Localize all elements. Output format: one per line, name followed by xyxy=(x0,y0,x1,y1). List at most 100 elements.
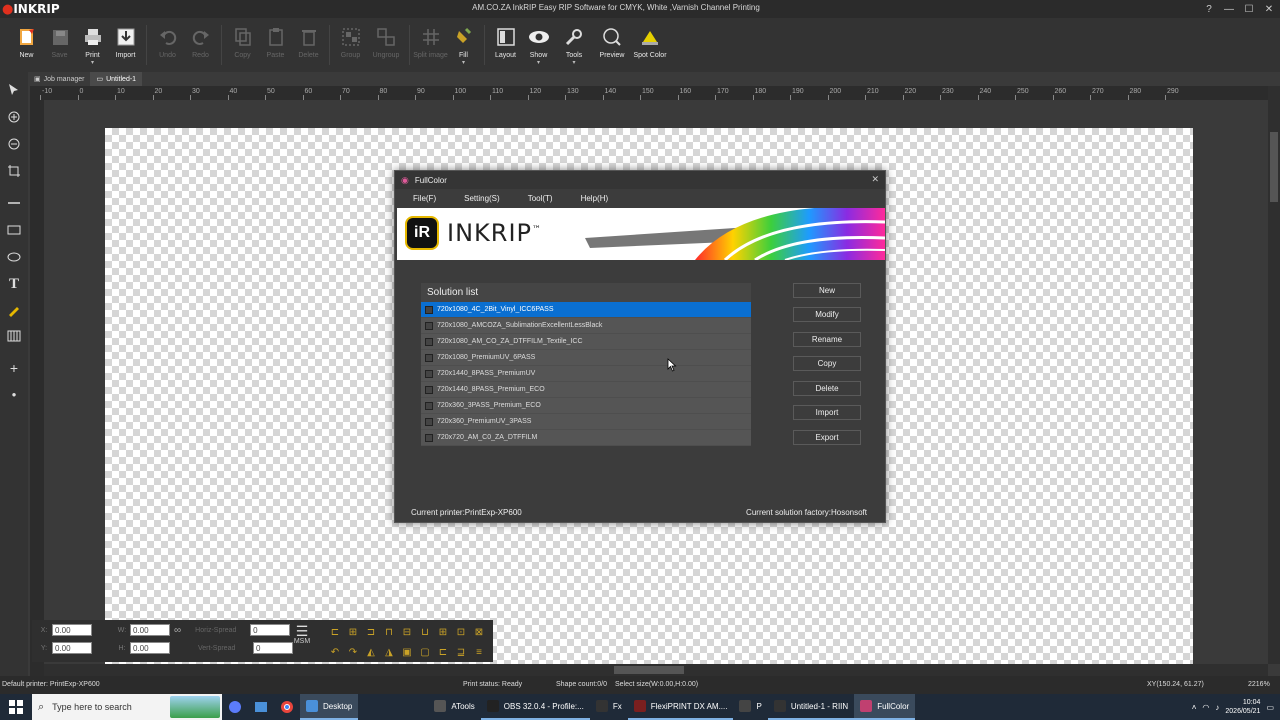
layout-button[interactable]: Layout xyxy=(489,18,522,72)
ungroup-button[interactable]: Ungroup xyxy=(367,18,405,72)
solution-checkbox[interactable] xyxy=(425,369,433,378)
barcode-tool-icon[interactable] xyxy=(4,326,24,346)
solution-row[interactable]: 720x1440_8PASS_PremiumUV xyxy=(421,366,751,382)
solution-checkbox[interactable] xyxy=(425,433,433,442)
tools-dropdown-icon[interactable]: ▾ xyxy=(572,60,575,66)
flip-v-icon[interactable]: ◮ xyxy=(380,642,398,662)
taskbar-app[interactable]: FullColor xyxy=(854,694,916,720)
solution-row[interactable]: 720x1080_AM_CO_ZA_DTFFILM_Textile_ICC xyxy=(421,334,751,350)
text-tool-icon[interactable]: T xyxy=(4,274,24,294)
redo-button[interactable]: Redo xyxy=(184,18,217,72)
taskbar-search[interactable]: ⌕ Type here to search xyxy=(32,694,222,720)
align-bottom-icon[interactable]: ⊔ xyxy=(416,622,434,642)
modify-solution-button[interactable]: Modify xyxy=(793,307,861,322)
preview-button[interactable]: Preview xyxy=(593,18,631,72)
rotate-left-icon[interactable]: ↶ xyxy=(326,642,344,662)
horizontal-scroll-thumb[interactable] xyxy=(614,666,684,674)
solution-row[interactable]: 720x360_PremiumUV_3PASS xyxy=(421,414,751,430)
taskbar-app[interactable]: Desktop xyxy=(300,694,359,720)
rotate-right-icon[interactable]: ↷ xyxy=(344,642,362,662)
export-solution-button[interactable]: Export xyxy=(793,430,861,445)
close-icon[interactable]: ✕ xyxy=(1262,2,1276,16)
solution-row[interactable]: 720x360_3PASS_Premium_ECO xyxy=(421,398,751,414)
chrome-icon[interactable] xyxy=(274,694,300,720)
clock[interactable]: 10:04 2026/05/21 xyxy=(1225,698,1260,716)
pen-tool-icon[interactable] xyxy=(4,300,24,320)
taskbar-app[interactable]: P xyxy=(733,694,767,720)
solution-row[interactable]: 720x1080_AMCOZA_SublimationExcellentLess… xyxy=(421,318,751,334)
ellipse-tool-icon[interactable] xyxy=(4,247,24,267)
delete-solution-button[interactable]: Delete xyxy=(793,381,861,396)
spot-color-button[interactable]: Spot Color xyxy=(631,18,669,72)
tab-untitled[interactable]: ▭ Untitled-1 xyxy=(90,72,143,86)
windows-start-icon[interactable] xyxy=(0,694,32,720)
align-left-icon[interactable]: ⊏ xyxy=(326,622,344,642)
rename-solution-button[interactable]: Rename xyxy=(793,332,861,347)
solution-row[interactable]: 720x1080_PremiumUV_6PASS xyxy=(421,350,751,366)
align-top-icon[interactable]: ⊓ xyxy=(380,622,398,642)
solution-row[interactable]: 720x1080_4C_2Bit_Vinyl_ICC6PASS xyxy=(421,302,751,318)
fill-dropdown-icon[interactable]: ▾ xyxy=(462,60,465,66)
add-icon[interactable]: + xyxy=(4,358,24,378)
send-back-icon[interactable]: ▢ xyxy=(416,642,434,662)
line-tool-icon[interactable] xyxy=(4,193,24,213)
copilot-icon[interactable] xyxy=(222,694,248,720)
copy-solution-button[interactable]: Copy xyxy=(793,356,861,371)
dialog-title-bar[interactable]: ◉ FullColor ✕ xyxy=(395,171,885,189)
solution-checkbox[interactable] xyxy=(425,401,433,410)
split-image-button[interactable]: Split image xyxy=(413,18,448,72)
delete-button[interactable]: Delete xyxy=(292,18,325,72)
solution-checkbox[interactable] xyxy=(425,321,433,330)
network-icon[interactable]: ◠ xyxy=(1202,703,1209,712)
dialog-close-icon[interactable]: ✕ xyxy=(871,174,879,185)
show-dropdown-icon[interactable]: ▾ xyxy=(537,60,540,66)
tray-chevron-icon[interactable]: ˄ xyxy=(1192,703,1197,712)
taskbar-app[interactable]: Untitled-1 - RIIN xyxy=(767,694,855,720)
zoom-in-icon[interactable] xyxy=(4,107,24,127)
bring-front-icon[interactable]: ▣ xyxy=(398,642,416,662)
volume-icon[interactable]: ♪ xyxy=(1215,703,1219,712)
menu-file[interactable]: File(F) xyxy=(413,194,436,203)
show-button[interactable]: Show ▾ xyxy=(522,18,555,72)
notification-icon[interactable]: ▭ xyxy=(1266,703,1274,712)
taskbar-app[interactable]: ATools xyxy=(428,694,480,720)
distribute-v-icon[interactable]: ⊡ xyxy=(452,622,470,642)
align-center-h-icon[interactable]: ⊞ xyxy=(344,622,362,642)
undo-button[interactable]: Undo xyxy=(151,18,184,72)
group-button[interactable]: Group xyxy=(334,18,367,72)
tab-job-manager[interactable]: ▣ Job manager xyxy=(28,72,90,86)
maximize-icon[interactable]: ☐ xyxy=(1242,2,1256,16)
import-solution-button[interactable]: Import xyxy=(793,405,861,420)
rectangle-tool-icon[interactable] xyxy=(4,220,24,240)
align-center-v-icon[interactable]: ⊟ xyxy=(398,622,416,642)
vertical-scroll-thumb[interactable] xyxy=(1270,132,1278,202)
tools-button[interactable]: Tools ▾ xyxy=(555,18,593,72)
menu-help[interactable]: Help(H) xyxy=(581,194,609,203)
print-button[interactable]: Print ▾ xyxy=(76,18,109,72)
solution-checkbox[interactable] xyxy=(425,417,433,426)
menu-setting[interactable]: Setting(S) xyxy=(464,194,500,203)
solution-checkbox[interactable] xyxy=(425,305,433,314)
solution-checkbox[interactable] xyxy=(425,353,433,362)
lock-ratio-icon[interactable]: ∞ xyxy=(174,625,181,636)
zoom-out-icon[interactable] xyxy=(4,134,24,154)
y-field[interactable] xyxy=(52,642,92,654)
flip-h-icon[interactable]: ◭ xyxy=(362,642,380,662)
align-right-icon[interactable]: ⊐ xyxy=(362,622,380,642)
new-button[interactable]: New xyxy=(10,18,43,72)
copy-button[interactable]: Copy xyxy=(226,18,259,72)
vertical-scrollbar[interactable] xyxy=(1268,86,1280,664)
more-align-icon[interactable]: ≡ xyxy=(470,642,488,662)
print-dropdown-icon[interactable]: ▾ xyxy=(91,60,94,66)
import-button[interactable]: Import xyxy=(109,18,142,72)
new-solution-button[interactable]: New xyxy=(793,283,861,298)
fill-button[interactable]: Fill ▾ xyxy=(447,18,480,72)
solution-checkbox[interactable] xyxy=(425,337,433,346)
solution-row[interactable]: 720x720_AM_C0_ZA_DTFFILM xyxy=(421,430,751,446)
h-field[interactable] xyxy=(130,642,170,654)
paste-button[interactable]: Paste xyxy=(259,18,292,72)
crop-icon[interactable] xyxy=(4,161,24,181)
distribute-h-icon[interactable]: ⊞ xyxy=(434,622,452,642)
taskbar-app[interactable]: Fx xyxy=(590,694,628,720)
help-icon[interactable]: ? xyxy=(1202,2,1216,16)
